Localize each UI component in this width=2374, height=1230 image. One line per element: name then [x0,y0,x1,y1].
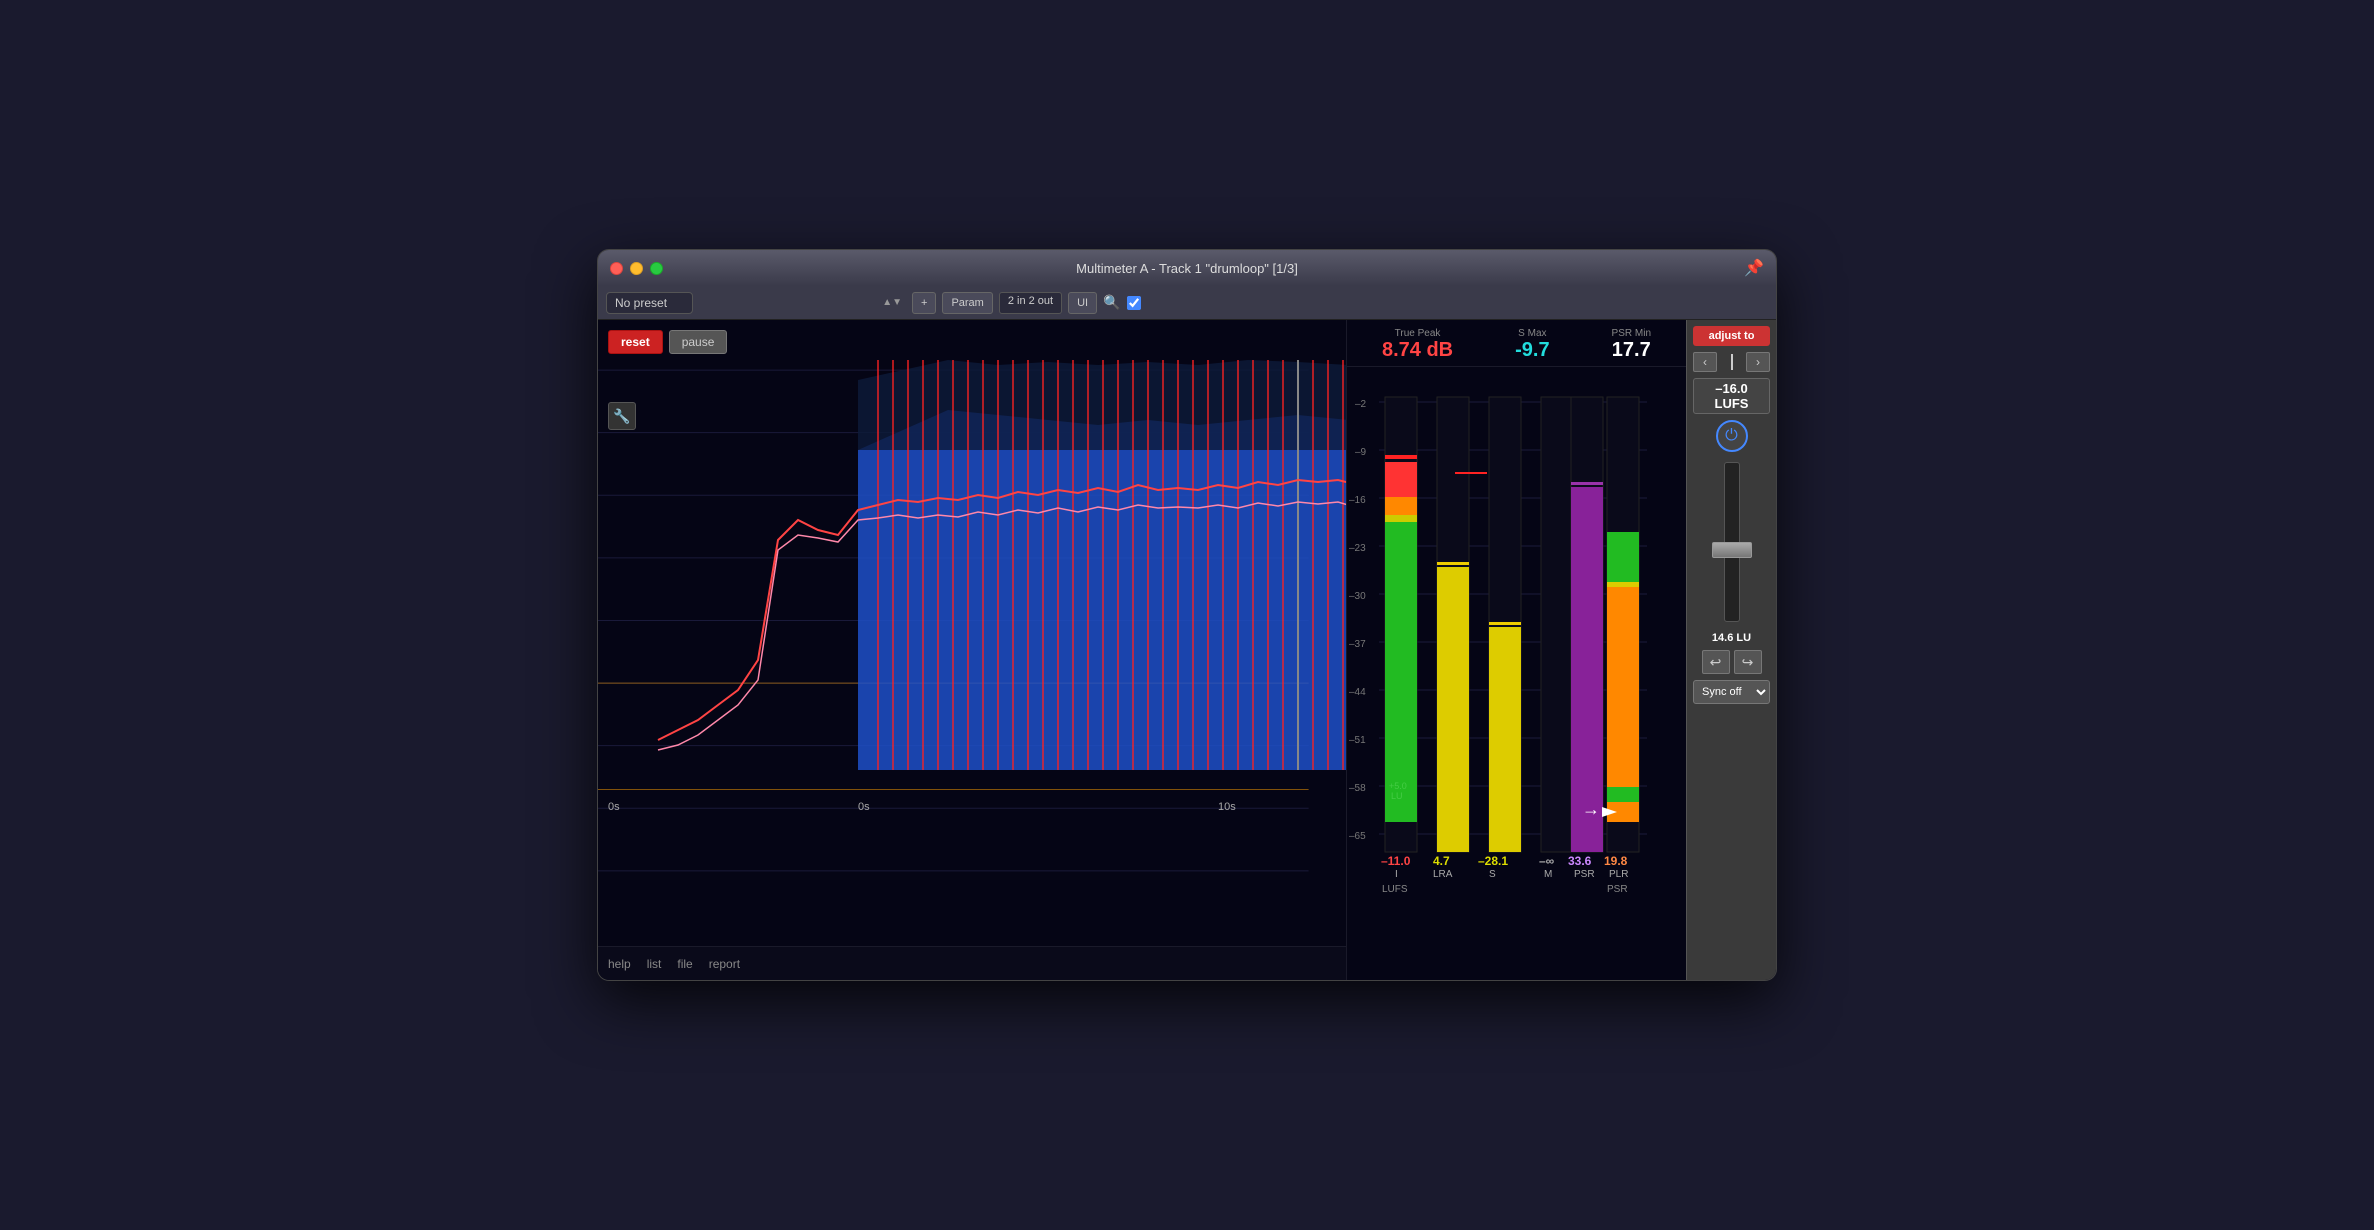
redo-button[interactable]: ↪ [1734,650,1762,674]
svg-text:M: M [1544,869,1552,880]
svg-text:–9: –9 [1355,447,1367,458]
svg-text:PSR: PSR [1574,869,1595,880]
controls-overlay: reset pause [608,330,727,354]
bar-meters-area: –2 –9 –16 –23 –30 –37 –44 –51 –58 –65 [1347,367,1686,980]
report-link[interactable]: report [709,957,740,971]
io-label: 2 in 2 out [999,292,1062,314]
svg-text:–11.0: –11.0 [1381,854,1411,868]
svg-text:+5.0: +5.0 [1389,781,1407,791]
meters-panel: True Peak 8.74 dB S Max -9.7 PSR Min 17.… [1346,320,1686,980]
nav-line [1731,354,1733,370]
svg-text:PLR: PLR [1609,869,1628,880]
svg-text:0s: 0s [858,801,870,813]
waveform-area: reset pause 🔧 [598,320,1346,946]
svg-text:10s: 10s [1218,801,1236,813]
svg-text:4.7: 4.7 [1433,854,1450,868]
svg-text:→: → [1582,799,1600,819]
svg-text:–30: –30 [1349,591,1366,602]
svg-text:–28.1: –28.1 [1478,854,1508,868]
svg-text:–65: –65 [1349,831,1366,842]
main-content: reset pause 🔧 [598,320,1776,980]
title-bar: Multimeter A - Track 1 "drumloop" [1/3] … [598,250,1776,286]
svg-text:19.8: 19.8 [1604,854,1628,868]
right-panel: adjust to ‹ › –16.0 LUFS ⏻ 14.6 LU [1686,320,1776,980]
minimize-button[interactable] [630,262,643,275]
svg-text:LRA: LRA [1433,869,1453,880]
smax-stat: S Max -9.7 [1515,328,1549,362]
toolbar: No preset ▲▼ + Param 2 in 2 out UI 🔍 [598,286,1776,320]
bottom-nav-bar: help list file report [598,946,1346,980]
title-bar-right: 📌 [1744,258,1764,278]
traffic-lights [610,262,663,275]
help-link[interactable]: help [608,957,631,971]
power-button[interactable]: ⏻ [1716,420,1748,452]
svg-text:–58: –58 [1349,783,1366,794]
prev-arrow[interactable]: ‹ [1693,352,1717,372]
svg-text:–∞: –∞ [1539,854,1554,868]
svg-text:–51: –51 [1349,735,1366,746]
wrench-button[interactable]: 🔧 [608,402,636,430]
undo-button[interactable]: ↩ [1702,650,1730,674]
nav-arrows: ‹ › [1693,352,1770,372]
enable-checkbox[interactable] [1127,296,1141,310]
power-icon: ⏻ [1725,427,1738,445]
svg-text:0s: 0s [608,801,620,813]
svg-text:–16: –16 [1349,495,1366,506]
psrmin-value: 17.7 [1612,339,1651,362]
svg-text:–37: –37 [1349,639,1366,650]
pause-button[interactable]: pause [669,330,728,354]
true-peak-label: True Peak [1395,328,1441,339]
svg-text:S: S [1489,869,1496,880]
undo-redo-buttons: ↩ ↪ [1702,650,1762,674]
svg-text:33.6: 33.6 [1568,854,1592,868]
adjust-to-button[interactable]: adjust to [1693,326,1770,346]
svg-text:–23: –23 [1349,543,1366,554]
svg-text:LUFS: LUFS [1382,884,1408,895]
stats-row: True Peak 8.74 dB S Max -9.7 PSR Min 17.… [1347,320,1686,367]
ui-button[interactable]: UI [1068,292,1097,314]
add-button[interactable]: + [912,292,936,314]
waveform-svg: –2 –9 –16 –23 –30 –37 –44 –51 –58 –65 0s… [598,320,1346,946]
svg-text:I: I [1395,869,1398,880]
preset-arrows-icon: ▲▼ [882,298,902,308]
main-window: Multimeter A - Track 1 "drumloop" [1/3] … [597,249,1777,981]
lufs-target-value[interactable]: –16.0 LUFS [1693,378,1770,414]
fader-thumb[interactable] [1712,542,1752,558]
search-icon: 🔍 [1103,294,1120,311]
undo-icon: ↩ [1710,654,1722,671]
smax-label: S Max [1518,328,1546,339]
file-link[interactable]: file [677,957,692,971]
preset-select[interactable]: No preset [606,292,693,314]
redo-icon: ↪ [1742,654,1754,671]
maximize-button[interactable] [650,262,663,275]
window-title: Multimeter A - Track 1 "drumloop" [1/3] [1076,261,1298,276]
bar-meters-svg: –2 –9 –16 –23 –30 –37 –44 –51 –58 –65 [1347,367,1686,980]
svg-text:LU: LU [1391,791,1403,801]
svg-text:–44: –44 [1349,687,1366,698]
param-button[interactable]: Param [942,292,992,314]
reset-button[interactable]: reset [608,330,663,354]
fader-container [1724,458,1740,626]
preset-wrapper: No preset ▲▼ [606,292,906,314]
left-panel: reset pause 🔧 [598,320,1346,980]
sync-select[interactable]: Sync off [1693,680,1770,704]
wrench-icon: 🔧 [613,408,630,425]
next-arrow[interactable]: › [1746,352,1770,372]
list-link[interactable]: list [647,957,662,971]
top-area: reset pause 🔧 [598,320,1776,980]
true-peak-stat: True Peak 8.74 dB [1382,328,1453,362]
close-button[interactable] [610,262,623,275]
svg-text:PSR: PSR [1607,884,1628,895]
svg-text:–2: –2 [1355,399,1367,410]
true-peak-value: 8.74 dB [1382,339,1453,362]
fader-track[interactable] [1724,462,1740,622]
psrmin-label: PSR Min [1612,328,1651,339]
gain-value: 14.6 LU [1712,632,1751,644]
psrmin-stat: PSR Min 17.7 [1612,328,1651,362]
smax-value: -9.7 [1515,339,1549,362]
